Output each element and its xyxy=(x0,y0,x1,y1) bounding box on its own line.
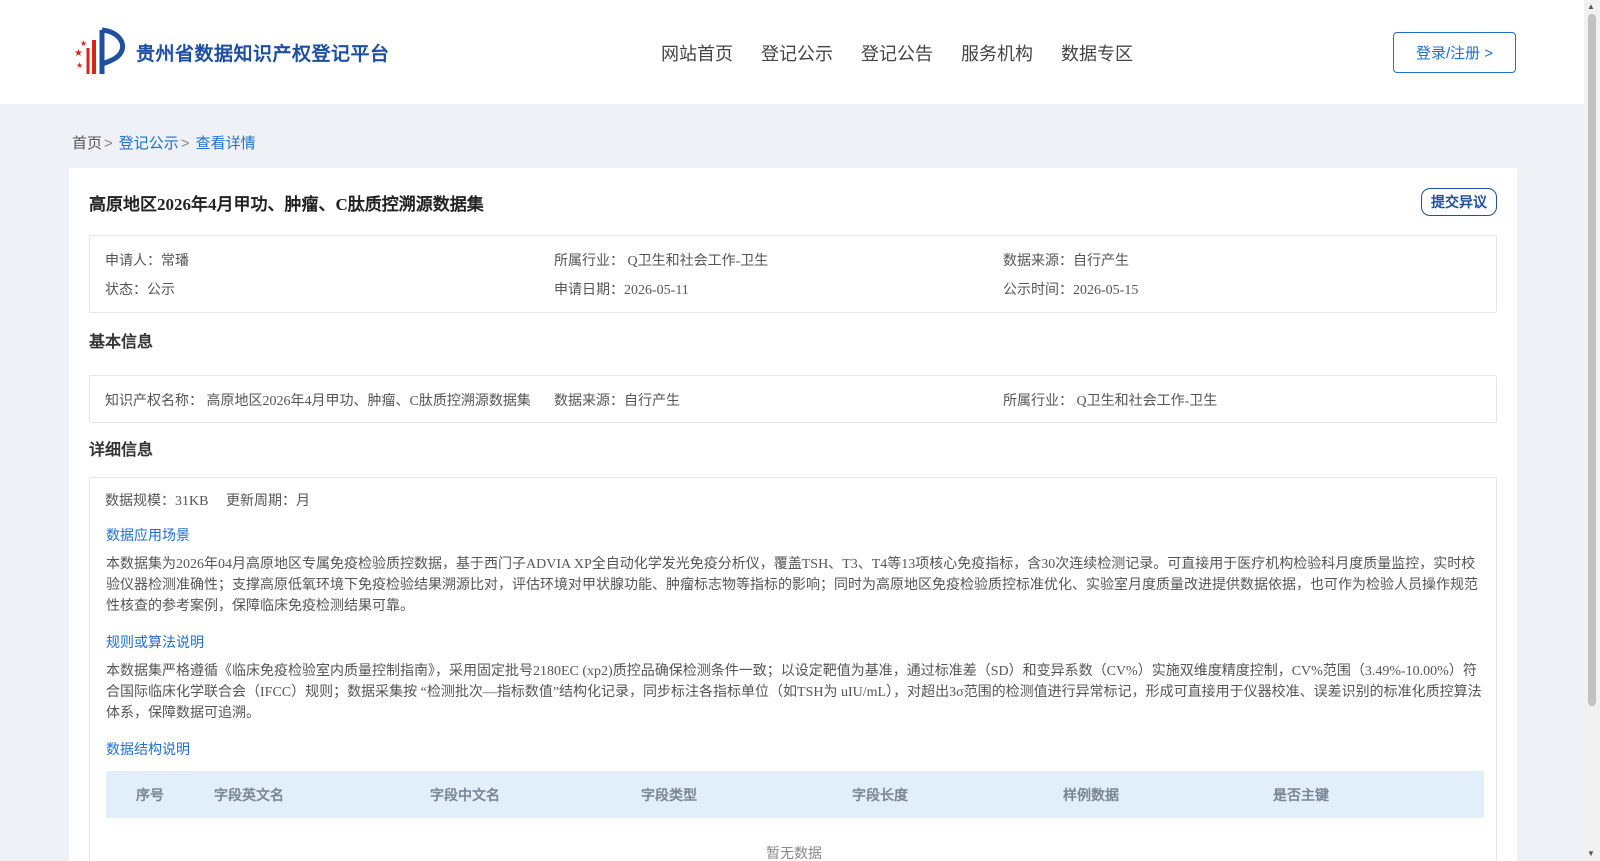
top-header: ★ ★ ★ 贵州省数据知识产权登记平台 网站首页 登记公示 登记公告 服务机构 … xyxy=(0,0,1584,104)
table-empty-text: 暂无数据 xyxy=(766,847,822,861)
breadcrumb-separator: > xyxy=(104,135,113,152)
breadcrumb: 首页 > 登记公示 > 查看详情 xyxy=(72,132,256,153)
nav-registration-notice[interactable]: 登记公告 xyxy=(861,40,933,66)
svg-text:★: ★ xyxy=(74,48,83,59)
publish-time: 公示时间：2026-05-15 xyxy=(1003,283,1139,298)
scenario-text: 本数据集为2026年04月高原地区专属免疫检验质控数据，基于西门子ADVIA X… xyxy=(106,557,1478,614)
site-title: 贵州省数据知识产权登记平台 xyxy=(136,43,390,65)
ip-name: 知识产权名称： 高原地区2026年4月甲功、肿瘤、C肽质控溯源数据集 xyxy=(105,394,531,409)
basic-info-title: 基本信息 xyxy=(89,334,154,351)
scrollbar-thumb[interactable] xyxy=(1588,14,1596,706)
summary-box: 申请人：常璠 所属行业： Q卫生和社会工作-卫生 数据来源：自行产生 状态：公示… xyxy=(89,235,1497,313)
svg-text:★: ★ xyxy=(76,61,83,70)
col-primary-key: 是否主键 xyxy=(1273,787,1329,803)
nav-service-agencies[interactable]: 服务机构 xyxy=(961,40,1033,66)
page-title: 高原地区2026年4月甲功、肿瘤、C肽质控溯源数据集 xyxy=(89,195,484,214)
detail-card: 高原地区2026年4月甲功、肿瘤、C肽质控溯源数据集 提交异议 申请人：常璠 所… xyxy=(69,168,1517,861)
applicant: 申请人：常璠 xyxy=(105,254,189,269)
structure-table-header: 序号 字段英文名 字段中文名 字段类型 字段长度 样例数据 是否主键 xyxy=(106,771,1484,818)
logo-emblem-icon: ★ ★ ★ xyxy=(74,27,126,74)
login-register-button[interactable]: 登录/注册 > xyxy=(1393,32,1516,73)
detail-info-box: 数据规模：31KB 更新周期：月 数据应用场景 本数据集为2026年04月高原地… xyxy=(89,477,1497,861)
nav-data-zone[interactable]: 数据专区 xyxy=(1061,40,1133,66)
col-field-en: 字段英文名 xyxy=(214,787,284,803)
apply-date: 申请日期：2026-05-11 xyxy=(554,283,689,298)
scenario-title: 数据应用场景 xyxy=(106,529,190,544)
breadcrumb-separator: > xyxy=(180,135,190,152)
svg-text:★: ★ xyxy=(80,39,87,48)
basic-data-source: 数据来源：自行产生 xyxy=(554,394,680,409)
structure-title: 数据结构说明 xyxy=(106,743,190,758)
col-field-type: 字段类型 xyxy=(641,787,697,803)
industry: 所属行业： Q卫生和社会工作-卫生 xyxy=(554,254,769,269)
update-cycle: 更新周期：月 xyxy=(226,494,310,509)
col-sample-data: 样例数据 xyxy=(1063,787,1119,803)
breadcrumb-home[interactable]: 首页 xyxy=(72,135,102,152)
data-source: 数据来源：自行产生 xyxy=(1003,254,1129,269)
status: 状态：公示 xyxy=(105,283,175,298)
scroll-up-arrow-icon[interactable]: ▲ xyxy=(1587,2,1595,12)
breadcrumb-publicity[interactable]: 登记公示 xyxy=(119,135,179,152)
submit-objection-button[interactable]: 提交异议 xyxy=(1421,188,1497,216)
scroll-down-arrow-icon[interactable]: ▼ xyxy=(1587,849,1595,859)
basic-industry: 所属行业： Q卫生和社会工作-卫生 xyxy=(1003,394,1218,409)
nav-home[interactable]: 网站首页 xyxy=(661,40,733,66)
col-field-cn: 字段中文名 xyxy=(430,787,500,803)
nav-registration-publicity[interactable]: 登记公示 xyxy=(761,40,833,66)
main-nav: 网站首页 登记公示 登记公告 服务机构 数据专区 xyxy=(661,40,1161,66)
site-logo[interactable]: ★ ★ ★ 贵州省数据知识产权登记平台 xyxy=(72,26,390,78)
rule-text: 本数据集严格遵循《临床免疫检验室内质量控制指南》，采用固定批号2180EC (x… xyxy=(106,664,1482,721)
col-field-length: 字段长度 xyxy=(852,787,908,803)
data-scale: 数据规模：31KB xyxy=(105,494,209,509)
col-index: 序号 xyxy=(136,787,164,803)
breadcrumb-current: 查看详情 xyxy=(195,135,256,152)
page-scrollbar[interactable]: ▲ ▼ xyxy=(1584,0,1600,861)
rule-title: 规则或算法说明 xyxy=(106,636,204,651)
basic-info-box: 知识产权名称： 高原地区2026年4月甲功、肿瘤、C肽质控溯源数据集 数据来源：… xyxy=(89,375,1497,423)
detail-info-title: 详细信息 xyxy=(89,442,154,459)
